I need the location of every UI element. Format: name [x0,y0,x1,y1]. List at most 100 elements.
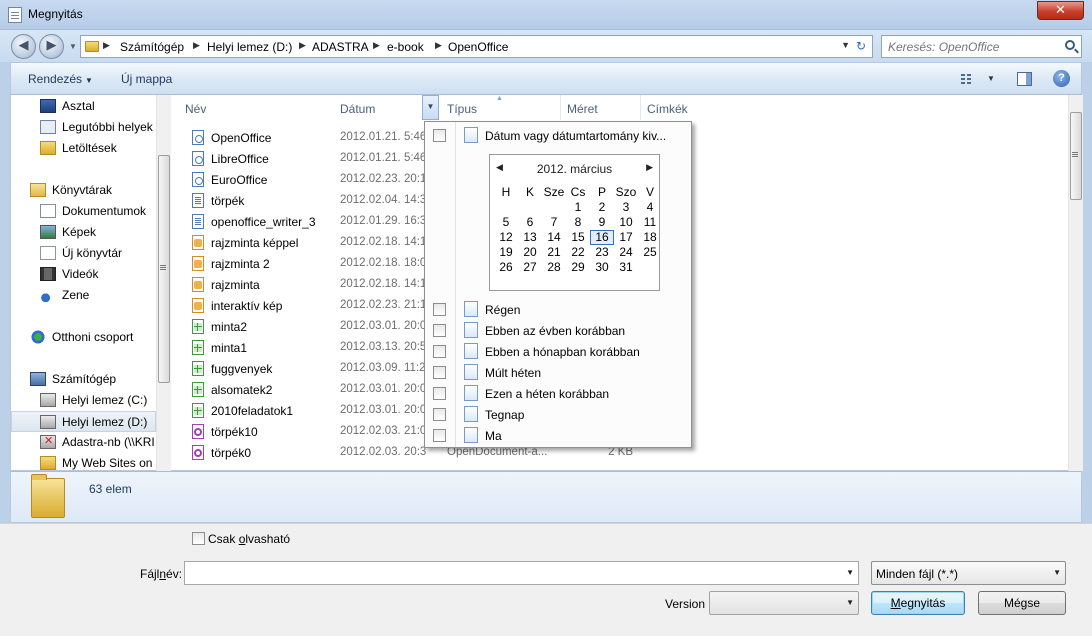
sidebar-item-computer[interactable]: Számítógép [11,369,156,390]
checkbox[interactable] [433,429,446,442]
calendar-day[interactable]: 3 [614,200,638,215]
change-view-icon[interactable] [961,73,975,85]
file-type-filter-select[interactable]: Minden fájl (*.*) ▼ [871,561,1066,585]
calendar-day[interactable]: 7 [542,215,566,230]
date-filter-option[interactable]: Ma [425,425,691,446]
sidebar-item-documents[interactable]: Dokumentumok [11,201,156,222]
refresh-icon[interactable]: ↻ [852,38,870,55]
date-filter-option[interactable]: Ezen a héten korábban [425,383,691,404]
column-header-size[interactable]: Méret [561,95,641,120]
sidebar-item-homegroup[interactable]: Otthoni csoport [11,327,156,348]
readonly-checkbox[interactable] [192,532,205,545]
preview-pane-icon[interactable] [1017,72,1032,86]
checkbox[interactable] [433,345,446,358]
calendar-day[interactable]: 8 [566,215,590,230]
breadcrumb-computer[interactable]: Számítógép [120,40,184,54]
sidebar-item-my-web-sites[interactable]: My Web Sites on [11,453,156,471]
date-filter-option[interactable]: Tegnap [425,404,691,425]
breadcrumb-separator[interactable]: ▶ [193,40,200,51]
calendar-day[interactable]: 26 [494,260,518,275]
sidebar-item-music[interactable]: Zene [11,285,156,306]
back-button[interactable]: ◀ [11,34,36,59]
sidebar-item-drive-c[interactable]: Helyi lemez (C:) [11,390,156,411]
sidebar-item-recent-places[interactable]: Legutóbbi helyek [11,117,156,138]
calendar-day[interactable]: 2 [590,200,614,215]
checkbox[interactable] [433,303,446,316]
sidebar-item-network-drive[interactable]: Adastra-nb (\\KRI [11,432,156,453]
calendar-day[interactable]: 5 [494,215,518,230]
calendar-day[interactable]: 31 [614,260,638,275]
calendar-day[interactable]: 1 [566,200,590,215]
breadcrumb-adastra[interactable]: ADASTRA [312,40,369,54]
calendar-day[interactable]: 14 [542,230,566,245]
column-header-name[interactable]: Név [179,95,335,120]
address-bar[interactable]: ▶ Számítógép ▶ Helyi lemez (D:) ▶ ADASTR… [80,35,873,58]
date-filter-option[interactable]: Ebben az évben korábban [425,320,691,341]
sidebar-item-drive-d[interactable]: Helyi lemez (D:) [11,411,156,432]
filename-input[interactable] [185,562,835,584]
sidebar-item-videos[interactable]: Videók [11,264,156,285]
calendar-day[interactable]: 27 [518,260,542,275]
scrollbar-thumb[interactable] [158,155,170,383]
breadcrumb-ebook[interactable]: e-book [387,40,424,54]
column-header-tags[interactable]: Címkék [641,95,741,120]
calendar-month[interactable]: 2012. március [490,162,659,176]
readonly-label[interactable]: Csak olvasható [208,532,290,546]
calendar-day[interactable]: 22 [566,245,590,260]
calendar-day[interactable]: 29 [566,260,590,275]
search-input[interactable] [882,36,1060,57]
version-select[interactable]: ▼ [709,591,859,615]
forward-button[interactable]: ▶ [39,34,64,59]
calendar-day[interactable]: 24 [614,245,638,260]
file-list-scrollbar[interactable] [1068,95,1083,471]
calendar-day-today[interactable]: 16 [590,230,614,245]
calendar-day[interactable]: 9 [590,215,614,230]
checkbox[interactable] [433,408,446,421]
sidebar-item-new-library[interactable]: Új könyvtár [11,243,156,264]
checkbox[interactable] [433,129,446,142]
calendar-day[interactable]: 30 [590,260,614,275]
calendar-day[interactable]: 18 [638,230,662,245]
navigation-scrollbar[interactable] [156,95,171,471]
calendar-day[interactable]: 11 [638,215,662,230]
breadcrumb-separator[interactable]: ▶ [103,40,110,51]
calendar-day[interactable]: 19 [494,245,518,260]
calendar-day[interactable]: 10 [614,215,638,230]
sidebar-item-pictures[interactable]: Képek [11,222,156,243]
sidebar-item-libraries[interactable]: Könyvtárak [11,180,156,201]
breadcrumb-separator[interactable]: ▶ [299,40,306,51]
breadcrumb-separator[interactable]: ▶ [373,40,380,51]
sidebar-item-downloads[interactable]: Letöltések [11,138,156,159]
filename-history-dropdown[interactable]: ▼ [846,568,854,577]
organize-button[interactable]: Rendezés ▼ [28,72,93,86]
breadcrumb-separator[interactable]: ▶ [435,40,442,51]
calendar-day[interactable]: 17 [614,230,638,245]
date-filter-dropdown[interactable]: ▼ [422,95,439,120]
calendar-day[interactable]: 12 [494,230,518,245]
calendar-day[interactable]: 6 [518,215,542,230]
date-range-option[interactable]: Dátum vagy dátumtartomány kiv... [425,125,691,146]
recent-pages-dropdown[interactable]: ▼ [69,42,77,51]
checkbox[interactable] [433,366,446,379]
view-options-dropdown[interactable]: ▼ [987,74,995,83]
filename-combobox[interactable]: ▼ [184,561,859,585]
address-history-dropdown[interactable]: ▼ [841,40,850,50]
next-month-button[interactable]: ▶ [646,162,653,173]
checkbox[interactable] [433,387,446,400]
breadcrumb-openoffice[interactable]: OpenOffice [448,40,508,54]
help-icon[interactable]: ? [1053,70,1070,87]
date-filter-option[interactable]: Régen [425,299,691,320]
new-folder-button[interactable]: Új mappa [121,72,172,86]
calendar-day[interactable]: 21 [542,245,566,260]
calendar-day[interactable]: 15 [566,230,590,245]
calendar-day[interactable]: 23 [590,245,614,260]
breadcrumb-drive-d[interactable]: Helyi lemez (D:) [207,40,292,54]
calendar-day[interactable]: 4 [638,200,662,215]
calendar-day[interactable]: 20 [518,245,542,260]
calendar-day[interactable]: 25 [638,245,662,260]
open-button[interactable]: Megnyitás [871,591,965,615]
cancel-button[interactable]: Mégse [978,591,1066,615]
calendar-day[interactable]: 13 [518,230,542,245]
checkbox[interactable] [433,324,446,337]
search-box[interactable] [881,35,1082,58]
